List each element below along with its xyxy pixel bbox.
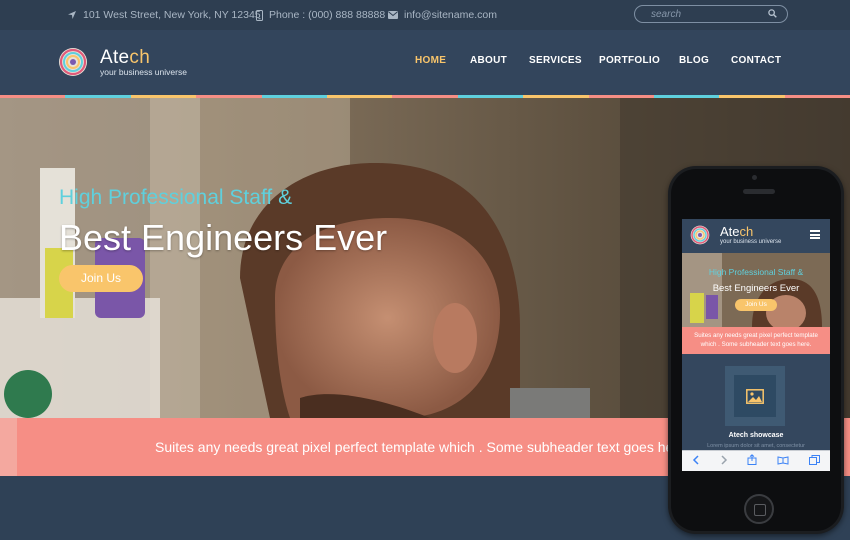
email-item[interactable]: info@sitename.com	[388, 9, 497, 21]
phone-camera	[752, 175, 757, 180]
nav-services[interactable]: SERVICES	[529, 55, 582, 66]
main-nav: HOME ABOUT SERVICES PORTFOLIO BLOG CONTA…	[0, 55, 850, 71]
nav-contact[interactable]: CONTACT	[731, 55, 781, 66]
join-us-button[interactable]: Join Us	[59, 265, 143, 292]
nav-portfolio[interactable]: PORTFOLIO	[599, 55, 660, 66]
hamburger-menu-icon[interactable]	[810, 230, 820, 239]
mobile-subheader-band: Suites any needs great pixel perfect tem…	[682, 327, 830, 354]
mobile-browser-toolbar	[682, 450, 830, 471]
mobile-brand-name[interactable]: Atech	[720, 224, 753, 239]
mobile-screen: Atech your business universe High Profes…	[682, 219, 830, 471]
mobile-phone-icon	[256, 9, 263, 21]
mobile-showcase-text: Lorem ipsum dolor sit amet, consectetur	[707, 443, 805, 449]
mobile-brand-tagline: your business universe	[720, 239, 782, 245]
search-box[interactable]	[634, 5, 788, 23]
phone-item: Phone : (000) 888 88888	[256, 9, 385, 21]
phone-text: Phone : (000) 888 88888	[269, 9, 386, 21]
slider-prev-arrow[interactable]	[0, 418, 17, 476]
page: { "topbar": { "address": "101 West Stree…	[0, 0, 850, 540]
subheader-text: Suites any needs great pixel perfect tem…	[155, 439, 674, 455]
tabs-icon[interactable]	[809, 452, 821, 470]
search-icon[interactable]	[768, 9, 777, 18]
top-info-bar: 101 West Street, New York, NY 12345 Phon…	[0, 0, 850, 30]
mobile-showcase-image	[734, 375, 776, 417]
mobile-header: Atech your business universe	[682, 219, 830, 253]
address-item: 101 West Street, New York, NY 12345	[67, 9, 261, 21]
nav-home[interactable]: HOME	[415, 55, 446, 66]
site-header: Atech your business universe HOME ABOUT …	[0, 30, 850, 95]
mobile-hero-subtitle: High Professional Staff &	[708, 267, 804, 277]
back-arrow-icon[interactable]	[692, 452, 700, 470]
image-icon	[746, 388, 764, 404]
location-arrow-icon	[68, 11, 76, 19]
hero-title: Best Engineers Ever	[59, 217, 388, 258]
bookmarks-icon[interactable]	[777, 452, 789, 470]
search-input[interactable]	[651, 7, 761, 21]
address-text: 101 West Street, New York, NY 12345	[83, 9, 261, 21]
mobile-hero: High Professional Staff & Best Engineers…	[682, 253, 830, 327]
mobile-showcase-tile[interactable]	[725, 366, 785, 426]
phone-home-button	[744, 494, 774, 524]
mobile-showcase-title: Atech showcase	[728, 432, 784, 439]
phone-speaker	[743, 189, 775, 194]
forward-arrow-icon[interactable]	[720, 452, 728, 470]
envelope-icon	[388, 11, 398, 19]
email-link[interactable]: info@sitename.com	[404, 9, 497, 21]
mobile-join-us-button[interactable]: Join Us	[735, 299, 777, 311]
mobile-hero-title: Best Engineers Ever	[712, 283, 800, 294]
mobile-logo-swirl-icon[interactable]	[690, 225, 710, 245]
nav-about[interactable]: ABOUT	[470, 55, 507, 66]
nav-blog[interactable]: BLOG	[679, 55, 709, 66]
share-icon[interactable]	[747, 452, 757, 470]
mobile-subheader-text: Suites any needs great pixel perfect tem…	[694, 332, 818, 348]
hero-subtitle: High Professional Staff &	[59, 186, 293, 209]
